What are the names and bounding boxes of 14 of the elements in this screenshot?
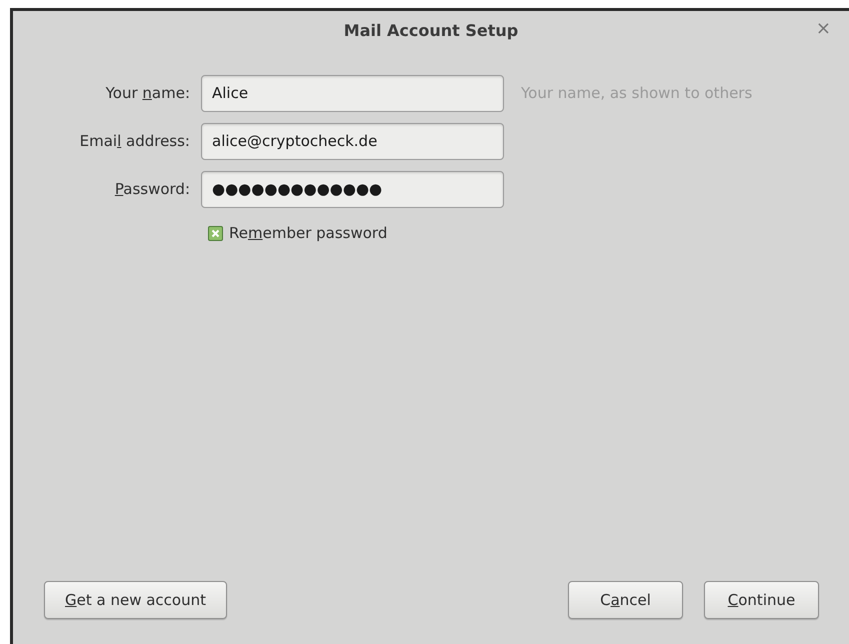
input-field[interactable]: alice@cryptocheck.de [201,123,504,160]
checkbox[interactable] [208,226,223,241]
dialog-button[interactable]: Get a new account [44,581,227,619]
cross-icon [211,228,220,238]
window-title: Mail Account Setup [344,20,518,42]
dialog-button[interactable]: Continue [704,581,819,619]
hint-text: Your name, as shown to others [521,83,752,104]
dialog-button[interactable]: Cancel [568,581,683,619]
input-field[interactable]: ●●●●●●●●●●●●● [201,171,504,208]
field-label: Your name: [104,83,190,104]
field-label: Password: [114,179,190,200]
input-field[interactable]: Alice [201,75,504,112]
field-label: Email address: [78,131,190,152]
checkbox-label[interactable]: Remember password [229,222,388,244]
